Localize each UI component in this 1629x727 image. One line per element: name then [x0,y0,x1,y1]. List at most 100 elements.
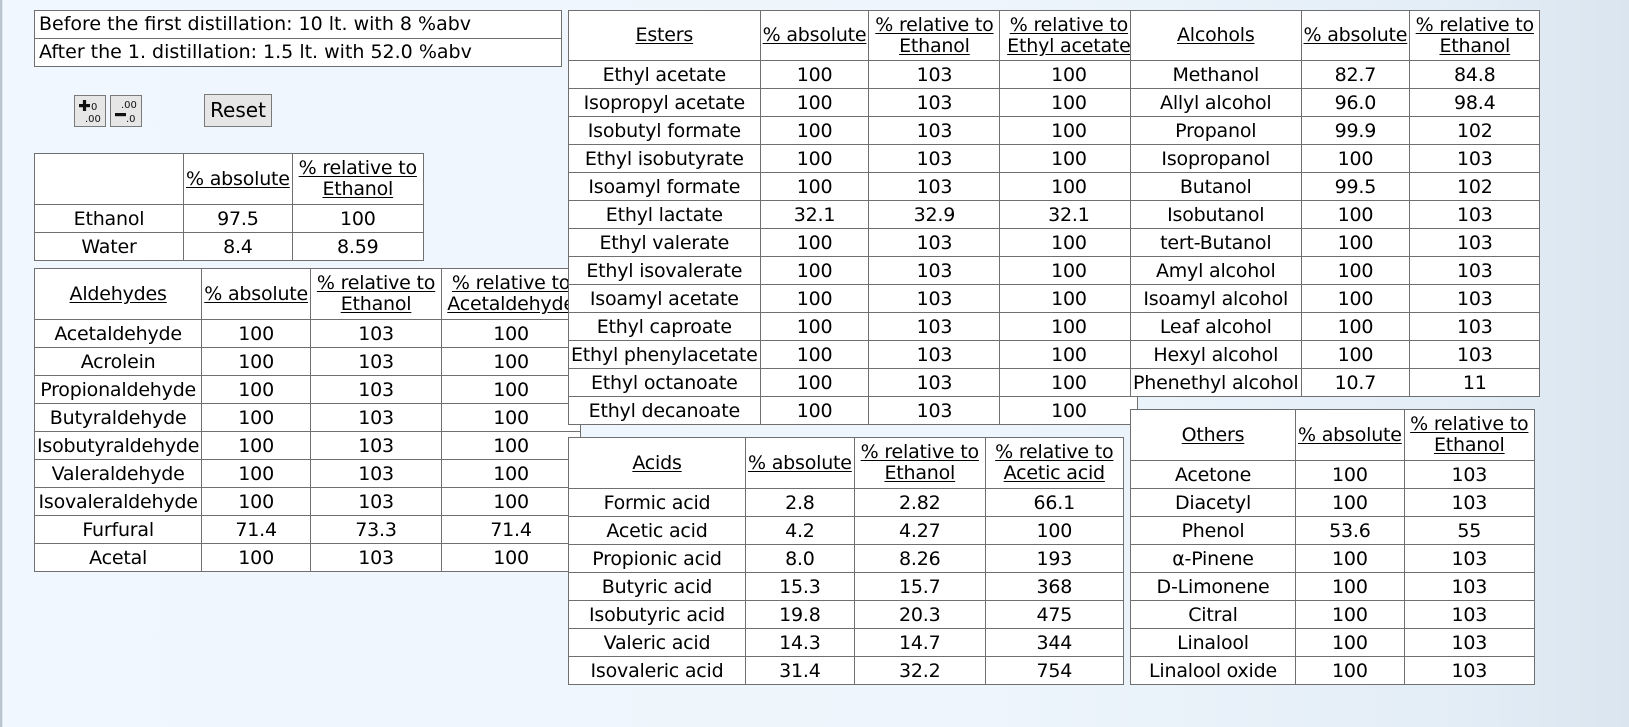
decrease-decimals-button[interactable]: .00 .0 [110,95,142,127]
relative-ethanol-cell: 102 [1409,172,1541,201]
header-alcohols[interactable]: Alcohols [1130,10,1302,61]
absolute-value-cell: 8.0 [745,544,855,573]
header-relative-label: % relative to [316,272,436,294]
absolute-value-cell: 100 [759,368,870,397]
table-row: Isobutyl formate 100 103 100 [568,116,1139,145]
compound-name-cell: Ethyl lactate [568,200,761,229]
relative-reference-cell: 100 [999,368,1139,397]
header-absolute[interactable]: % absolute [183,153,293,205]
header-absolute[interactable]: % absolute [759,10,870,61]
relative-ethanol-cell: 103 [1403,600,1535,629]
compound-name-cell: Acetal [33,543,203,572]
decrease-decimal-icon: .00 .0 [115,100,137,125]
relative-ethanol-cell: 103 [868,312,1001,341]
compound-name-cell: Isobutyric acid [568,600,746,629]
absolute-value-cell: 53.6 [1295,516,1405,545]
header-relative-ethanol[interactable]: % relative to Ethanol [1403,409,1535,461]
header-absolute[interactable]: % absolute [745,437,855,489]
table-row: Isovaleraldehyde 100 103 100 [33,487,582,516]
relative-ethanol-cell: 103 [1403,544,1535,573]
relative-reference-cell: 100 [999,228,1139,257]
table-row: α-Pinene 100 103 [1130,544,1535,573]
header-relative-ethanol[interactable]: % relative to Ethanol [291,153,424,205]
header-relative-ethyl-acetate[interactable]: % relative to Ethyl acetate [999,10,1139,61]
relative-reference-cell: 66.1 [984,488,1124,517]
header-relative-ethanol[interactable]: % relative to Ethanol [853,437,986,489]
relative-ethanol-cell: 55 [1403,516,1535,545]
header-aldehydes[interactable]: Aldehydes [33,268,203,320]
header-absolute-label: % absolute [204,282,309,305]
relative-reference-cell: 100 [999,144,1139,173]
after-distillation-text: After the 1. distillation: 1.5 lt. with … [35,38,561,66]
relative-ethanol-cell: 103 [868,284,1001,313]
before-distillation-text: Before the first distillation: 10 lt. wi… [39,13,472,35]
compound-name-cell: Valeraldehyde [33,459,203,488]
absolute-value-cell: 97.5 [183,204,293,233]
relative-reference-cell: 100 [441,319,582,348]
relative-reference-cell: 100 [999,312,1139,341]
absolute-value-cell: 2.8 [745,488,855,517]
relative-reference-cell: 71.4 [441,515,582,544]
absolute-value-cell: 100 [1300,228,1411,257]
relative-reference-cell: 100 [441,347,582,376]
table-row: Ethanol 97.5 100 [34,204,424,233]
table-row: Hexyl alcohol 100 103 [1130,340,1541,369]
header-relative-ethanol[interactable]: % relative to Ethanol [310,268,443,320]
header-absolute-label: % absolute [762,24,867,46]
header-acids[interactable]: Acids [568,437,746,489]
compound-name-cell: Ethyl isobutyrate [568,144,761,173]
compound-name-cell: Isopropanol [1130,144,1302,173]
header-absolute[interactable]: % absolute [1295,409,1405,461]
absolute-value-cell: 100 [1295,488,1405,517]
relative-ethanol-cell: 103 [1403,488,1535,517]
absolute-value-cell: 4.2 [745,516,855,545]
header-relative-target: Ethyl acetate [1007,34,1131,57]
relative-reference-cell: 100 [441,487,582,516]
table-row: Butyric acid 15.3 15.7 368 [568,572,1124,601]
header-absolute[interactable]: % absolute [1300,10,1411,61]
compound-name-cell: Water [34,232,184,261]
table-row: Diacetyl 100 103 [1130,488,1535,517]
table-row: Acetone 100 103 [1130,460,1535,489]
alcohols-table: Alcohols % absolute % relative to Ethanol… [1130,10,1541,397]
table-row: Isoamyl alcohol 100 103 [1130,284,1541,313]
relative-ethanol-cell: 103 [1403,572,1535,601]
table-row: Linalool 100 103 [1130,628,1535,657]
compound-name-cell: Amyl alcohol [1130,256,1302,285]
reset-button[interactable]: Reset [204,94,272,127]
header-esters[interactable]: Esters [568,10,761,61]
relative-reference-cell: 754 [984,656,1124,685]
relative-reference-cell: 100 [999,172,1139,201]
table-row: Butyraldehyde 100 103 100 [33,403,582,432]
increase-decimals-button[interactable]: 0 .00 [74,95,106,127]
relative-ethanol-cell: 84.8 [1409,60,1541,89]
header-relative-target: Ethanol [899,34,970,57]
table-row: Butanol 99.5 102 [1130,172,1541,201]
header-others[interactable]: Others [1130,409,1296,461]
table-header-row: Others % absolute % relative to Ethanol [1130,409,1535,461]
compound-name-cell: Linalool oxide [1130,656,1296,685]
relative-reference-cell: 100 [441,403,582,432]
acids-table-body: Formic acid 2.8 2.82 66.1 Acetic acid 4.2 4.27… [568,488,1124,685]
table-row: Ethyl lactate 32.1 32.9 32.1 [568,200,1139,229]
header-relative-acetic-acid[interactable]: % relative to Acetic acid [984,437,1124,489]
absolute-value-cell: 100 [1300,312,1411,341]
header-absolute[interactable]: % absolute [201,268,312,320]
relative-ethanol-cell: 103 [868,88,1001,117]
relative-ethanol-cell: 14.7 [853,628,986,657]
table-row: Ethyl phenylacetate 100 103 100 [568,340,1139,369]
header-title-label: Esters [635,24,694,46]
compound-name-cell: D-Limonene [1130,572,1296,601]
table-row: Isovaleric acid 31.4 32.2 754 [568,656,1124,685]
aldehydes-table: Aldehydes % absolute % relative to Ethano… [33,268,582,572]
header-relative-label: % relative to [995,441,1114,463]
compound-name-cell: Propionic acid [568,544,746,573]
header-absolute-label: % absolute [186,167,290,190]
header-relative-ethanol[interactable]: % relative to Ethanol [868,10,1001,61]
table-row: Phenol 53.6 55 [1130,516,1535,545]
header-relative-ethanol[interactable]: % relative to Ethanol [1409,10,1541,61]
absolute-value-cell: 100 [1300,340,1411,369]
header-relative-acetaldehyde[interactable]: % relative to Acetaldehyde [441,268,582,320]
relative-ethanol-cell: 98.4 [1409,88,1541,117]
relative-ethanol-cell: 103 [868,396,1001,425]
